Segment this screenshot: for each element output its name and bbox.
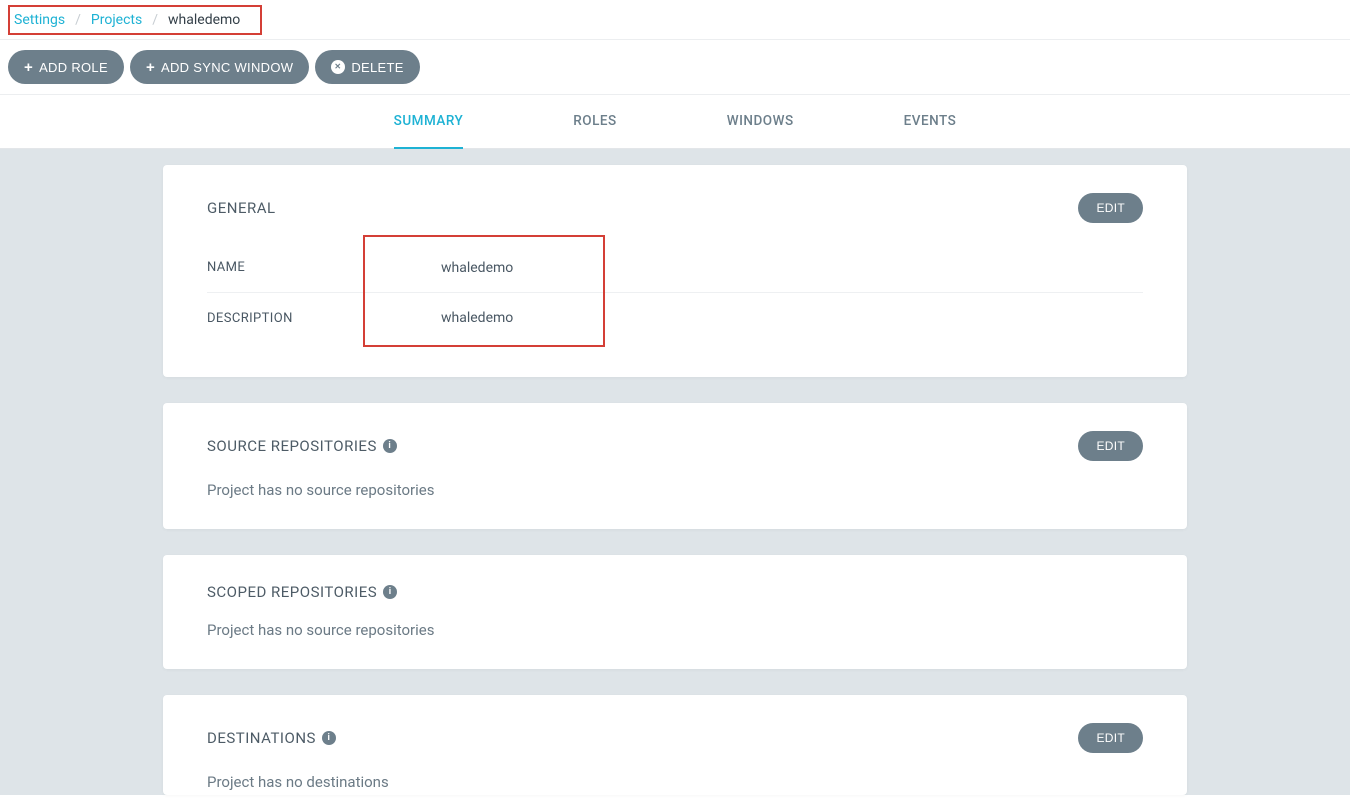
- scoped-repositories-title: SCOPED REPOSITORIES i: [207, 583, 397, 601]
- destinations-edit-button[interactable]: EDIT: [1078, 723, 1143, 753]
- content-area: GENERAL EDIT NAME whaledemo DESCRIPTION …: [0, 149, 1350, 795]
- source-repositories-edit-button[interactable]: EDIT: [1078, 431, 1143, 461]
- info-icon[interactable]: i: [383, 585, 397, 599]
- name-label: NAME: [207, 260, 441, 275]
- breadcrumb-bar: Settings / Projects / whaledemo: [0, 0, 1350, 40]
- description-label: DESCRIPTION: [207, 311, 441, 326]
- general-card: GENERAL EDIT NAME whaledemo DESCRIPTION …: [163, 165, 1187, 377]
- general-title: GENERAL: [207, 199, 276, 217]
- scoped-repositories-title-text: SCOPED REPOSITORIES: [207, 583, 377, 601]
- general-table: NAME whaledemo DESCRIPTION whaledemo: [207, 243, 1143, 343]
- table-row: DESCRIPTION whaledemo: [207, 293, 1143, 343]
- scoped-repositories-empty: Project has no source repositories: [207, 621, 1143, 639]
- tab-bar: SUMMARY ROLES WINDOWS EVENTS: [0, 95, 1350, 149]
- name-value: whaledemo: [441, 260, 1143, 276]
- breadcrumb-link-settings[interactable]: Settings: [14, 12, 65, 28]
- add-role-button[interactable]: ADD ROLE: [8, 50, 124, 84]
- plus-icon: [146, 60, 155, 75]
- breadcrumb-separator: /: [152, 12, 158, 28]
- tab-windows[interactable]: WINDOWS: [727, 113, 794, 148]
- breadcrumb-separator: /: [75, 12, 81, 28]
- info-icon[interactable]: i: [322, 731, 336, 745]
- breadcrumb-link-projects[interactable]: Projects: [91, 12, 142, 28]
- destinations-card: DESTINATIONS i EDIT Project has no desti…: [163, 695, 1187, 795]
- tab-events[interactable]: EVENTS: [904, 113, 957, 148]
- source-repositories-title: SOURCE REPOSITORIES i: [207, 437, 397, 455]
- destinations-title-text: DESTINATIONS: [207, 729, 316, 747]
- destinations-empty: Project has no destinations: [207, 773, 1143, 791]
- description-value: whaledemo: [441, 310, 1143, 326]
- delete-button[interactable]: DELETE: [315, 50, 419, 84]
- breadcrumb-current: whaledemo: [168, 12, 240, 28]
- table-row: NAME whaledemo: [207, 243, 1143, 293]
- delete-circle-icon: [331, 60, 345, 74]
- tab-roles[interactable]: ROLES: [573, 113, 616, 148]
- scoped-repositories-card: SCOPED REPOSITORIES i Project has no sou…: [163, 555, 1187, 669]
- info-icon[interactable]: i: [383, 439, 397, 453]
- source-repositories-empty: Project has no source repositories: [207, 481, 1143, 499]
- action-toolbar: ADD ROLE ADD SYNC WINDOW DELETE: [0, 40, 1350, 95]
- add-sync-window-label: ADD SYNC WINDOW: [161, 60, 293, 75]
- add-sync-window-button[interactable]: ADD SYNC WINDOW: [130, 50, 309, 84]
- source-repositories-card: SOURCE REPOSITORIES i EDIT Project has n…: [163, 403, 1187, 529]
- breadcrumb: Settings / Projects / whaledemo: [8, 5, 262, 35]
- source-repositories-title-text: SOURCE REPOSITORIES: [207, 437, 377, 455]
- add-role-label: ADD ROLE: [39, 60, 108, 75]
- tab-summary[interactable]: SUMMARY: [394, 113, 464, 149]
- delete-label: DELETE: [351, 60, 403, 75]
- destinations-title: DESTINATIONS i: [207, 729, 336, 747]
- general-edit-button[interactable]: EDIT: [1078, 193, 1143, 223]
- plus-icon: [24, 60, 33, 75]
